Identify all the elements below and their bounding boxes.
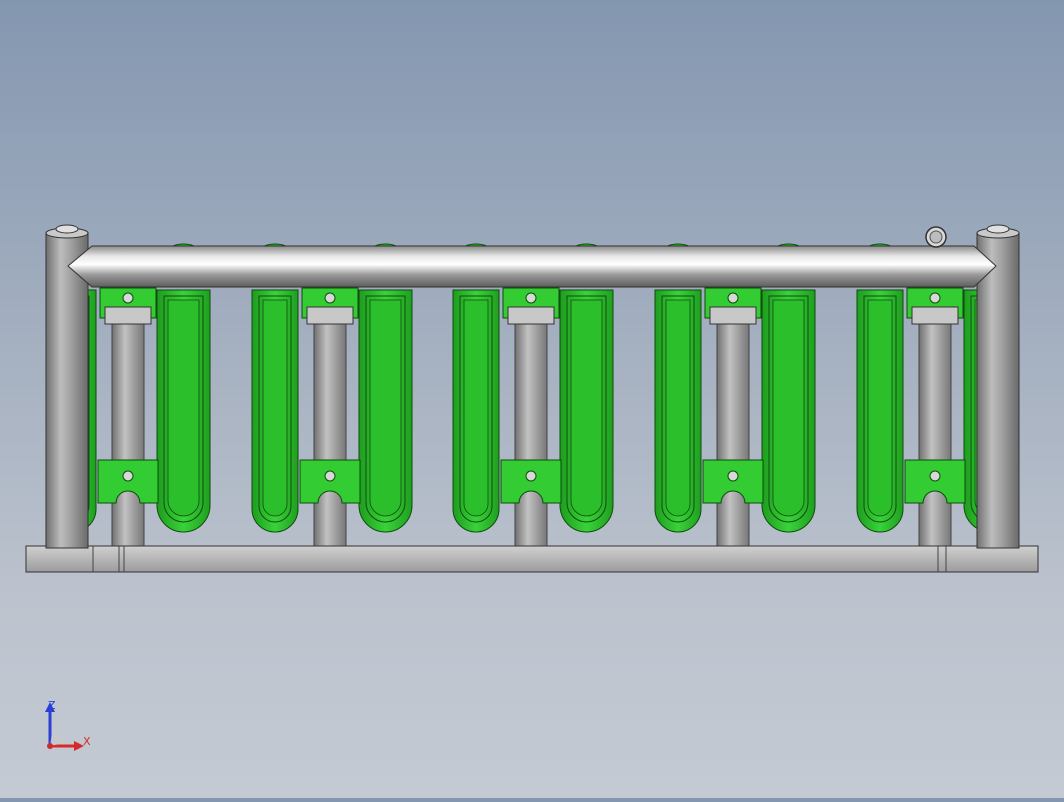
- vertical-rod: [918, 319, 952, 547]
- left-post: [45, 232, 89, 549]
- bracket-hole: [525, 292, 537, 304]
- green-loop-inner: [369, 299, 402, 517]
- green-loop-inner: [772, 299, 805, 517]
- saddle-hole: [929, 470, 941, 482]
- vertical-rod: [514, 319, 548, 547]
- clamp-block: [306, 306, 354, 325]
- x-axis-label: X: [83, 735, 91, 748]
- module-4: [654, 243, 816, 547]
- cad-viewport[interactable]: Z X: [0, 0, 1064, 798]
- horizontal-bar: [67, 245, 997, 288]
- post-cap: [986, 224, 1010, 234]
- right-post: [976, 232, 1020, 549]
- bracket-hole: [122, 292, 134, 304]
- module-3: [452, 243, 614, 547]
- fixture-model[interactable]: [0, 0, 1064, 798]
- clamp-block: [507, 306, 555, 325]
- saddle-hole: [324, 470, 336, 482]
- bracket-hole: [929, 292, 941, 304]
- green-loop-inner: [665, 299, 691, 517]
- green-loop-inner: [867, 299, 893, 517]
- vertical-rod: [313, 319, 347, 547]
- module-2: [251, 243, 413, 547]
- z-axis-label: Z: [48, 699, 56, 712]
- green-loop-inner: [262, 299, 288, 517]
- bracket-hole: [324, 292, 336, 304]
- locator-pin-inner: [929, 230, 943, 244]
- base-plate: [25, 545, 1039, 573]
- clamp-block: [104, 306, 152, 325]
- clamp-block: [911, 306, 959, 325]
- vertical-rod: [111, 319, 145, 547]
- vertical-rod: [716, 319, 750, 547]
- green-loop-inner: [167, 299, 200, 517]
- saddle-hole: [122, 470, 134, 482]
- green-loop-inner: [570, 299, 603, 517]
- post-cap: [55, 224, 79, 234]
- green-loop-inner: [463, 299, 489, 517]
- saddle-hole: [525, 470, 537, 482]
- bracket-hole: [727, 292, 739, 304]
- coordinate-triad: Z X: [40, 696, 100, 756]
- clamp-block: [709, 306, 757, 325]
- saddle-hole: [727, 470, 739, 482]
